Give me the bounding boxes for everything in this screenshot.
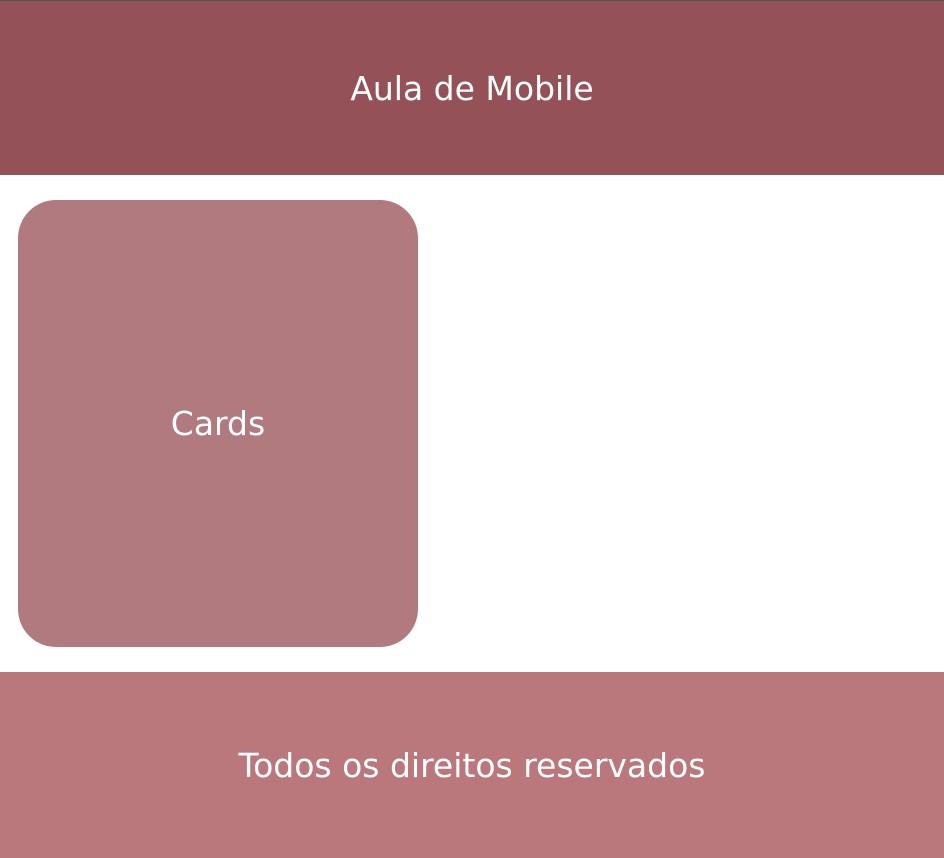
card-label: Cards (170, 404, 266, 443)
content-card: Cards (18, 200, 418, 647)
page-footer: Todos os direitos reservados (0, 672, 944, 858)
footer-text: Todos os direitos reservados (238, 745, 706, 785)
page-title: Aula de Mobile (350, 68, 594, 108)
page-header: Aula de Mobile (0, 1, 944, 175)
page-root: Aula de Mobile Cards Todos os direitos r… (0, 0, 944, 858)
